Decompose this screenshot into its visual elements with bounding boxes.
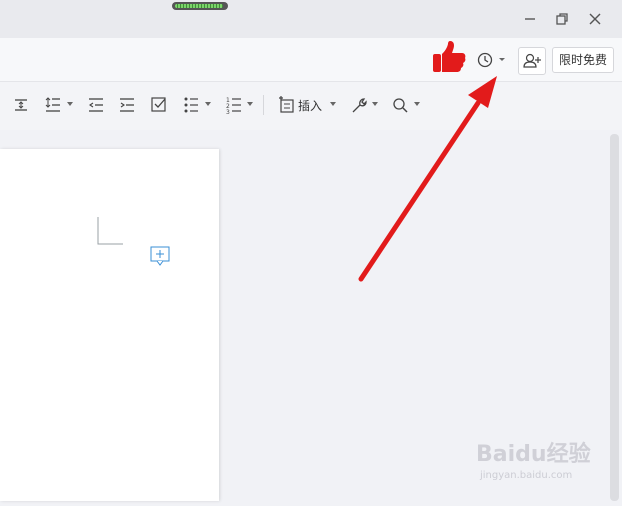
watermark-url: jingyan.baidu.com bbox=[480, 470, 573, 481]
annotation-arrow bbox=[358, 76, 497, 282]
watermark-logo: Baidu经验 bbox=[476, 442, 591, 467]
